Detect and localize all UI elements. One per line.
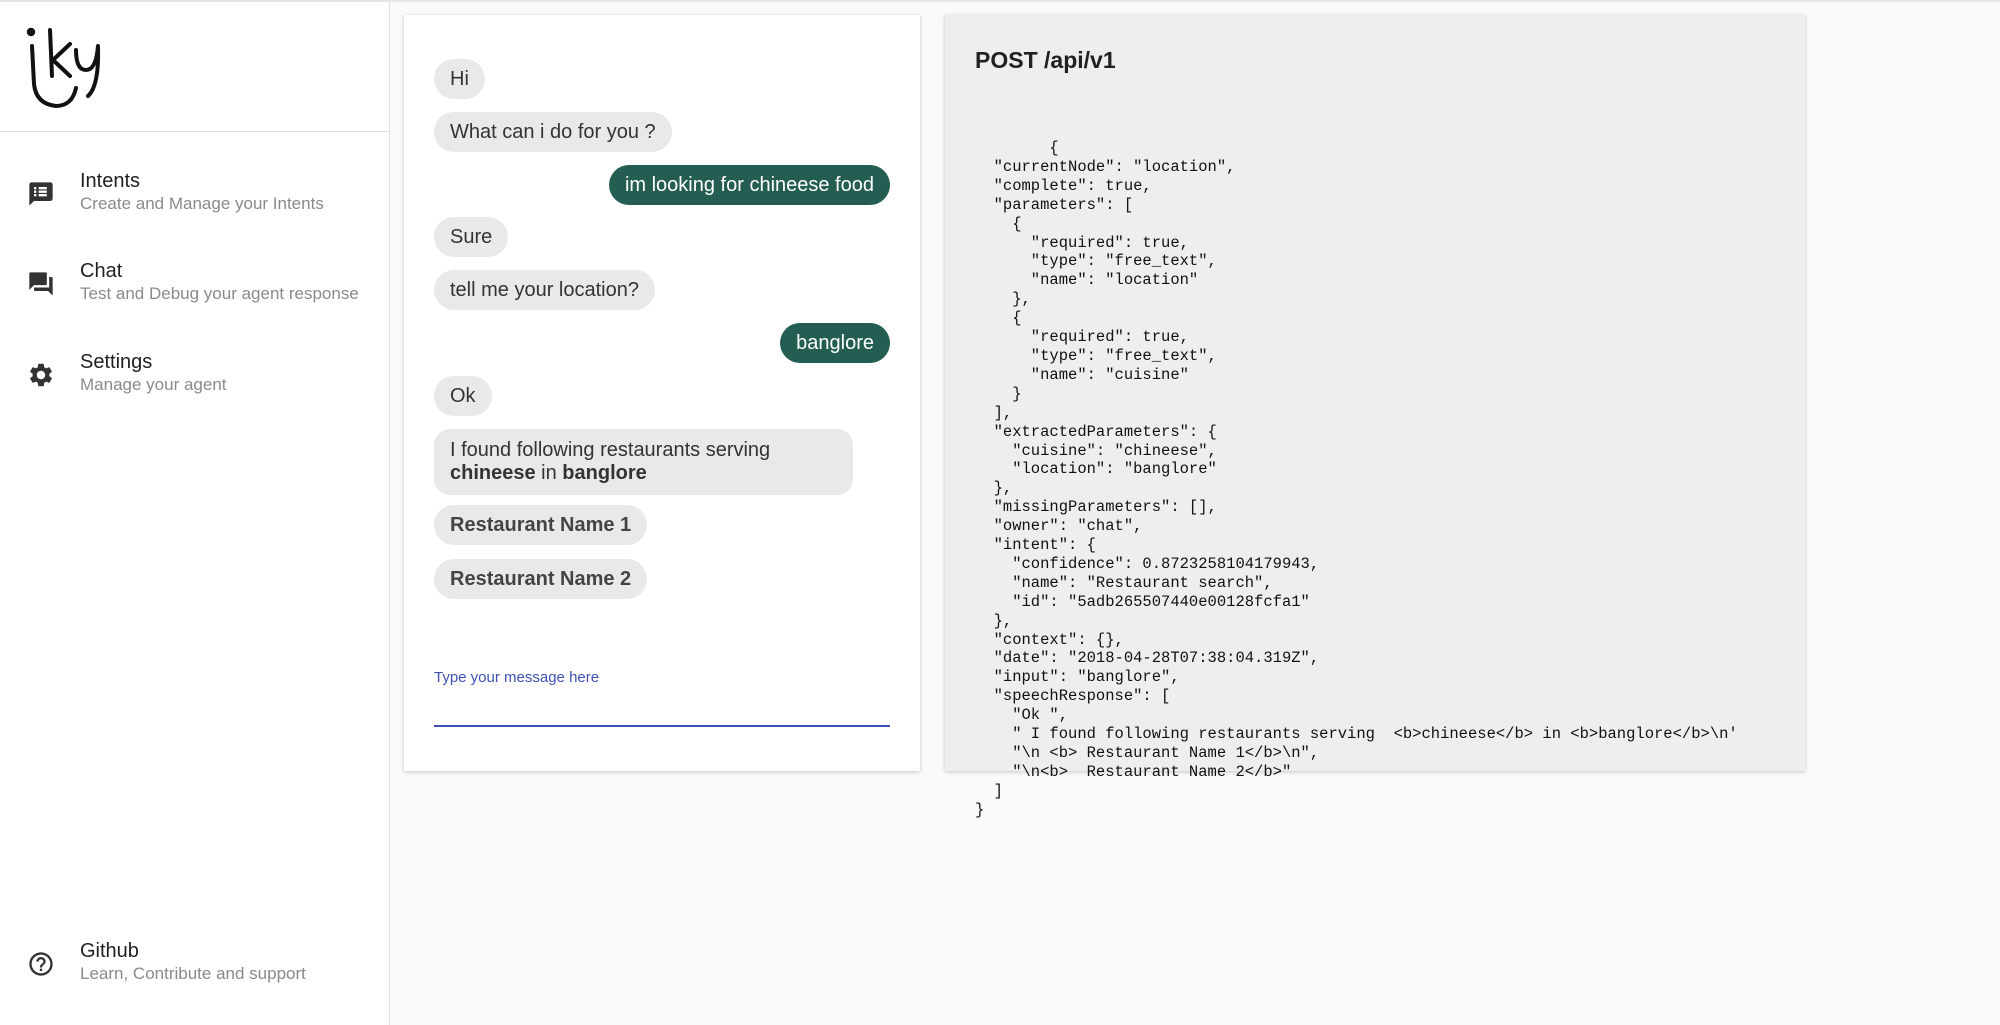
bot-message: tell me your location? <box>434 270 655 310</box>
api-response-json: { "currentNode": "location", "complete":… <box>975 139 1738 819</box>
sidebar-item-sublabel: Learn, Contribute and support <box>80 964 306 983</box>
message-bold-location: banglore <box>562 462 647 484</box>
sidebar-item-sublabel: Manage your agent <box>80 375 227 394</box>
gear-icon <box>30 363 52 387</box>
message-text: I found following restaurants serving <box>450 439 771 461</box>
sidebar: Intents Create and Manage your Intents C… <box>0 2 390 1025</box>
restaurant-button[interactable]: Restaurant Name 1 <box>434 505 648 545</box>
sidebar-item-sublabel: Create and Manage your Intents <box>80 194 324 213</box>
sidebar-item-label: Intents <box>80 170 141 192</box>
user-message: im looking for chineese food <box>608 165 890 205</box>
sidebar-item-label: Settings <box>80 351 153 373</box>
iky-logo <box>26 27 101 108</box>
bot-message: What can i do for you ? <box>434 112 672 152</box>
chat-panel: Hi What can i do for you ? im looking fo… <box>404 15 920 771</box>
sidebar-item-github[interactable]: Github Learn, Contribute and support <box>0 932 389 1004</box>
api-response-panel: POST /api/v1 { "currentNode": "location"… <box>945 15 1805 819</box>
sidebar-item-settings[interactable]: Settings Manage your agent <box>0 343 389 415</box>
forum-icon <box>29 272 53 296</box>
sidebar-item-intents[interactable]: Intents Create and Manage your Intents <box>0 162 389 234</box>
sidebar-item-label: Github <box>80 940 139 962</box>
logo-area <box>0 2 389 132</box>
bot-message: Sure <box>434 217 509 257</box>
restaurant-button[interactable]: Restaurant Name 2 <box>434 559 648 599</box>
bot-message: Hi <box>434 59 485 99</box>
api-endpoint-title: POST /api/v1 <box>975 47 1116 73</box>
list-icon <box>29 182 53 206</box>
message-input[interactable] <box>434 689 890 727</box>
bot-message: I found following restaurants serving ch… <box>434 429 853 495</box>
user-message: banglore <box>780 323 890 363</box>
sidebar-item-label: Chat <box>80 260 123 282</box>
sidebar-item-sublabel: Test and Debug your agent response <box>80 284 359 303</box>
bot-message: Ok <box>434 376 492 416</box>
sidebar-item-chat[interactable]: Chat Test and Debug your agent response <box>0 252 389 324</box>
help-circle-icon <box>29 952 53 976</box>
message-input-label: Type your message here <box>434 669 600 686</box>
message-bold-cuisine: chineese <box>450 462 536 484</box>
message-text: in <box>535 462 563 484</box>
